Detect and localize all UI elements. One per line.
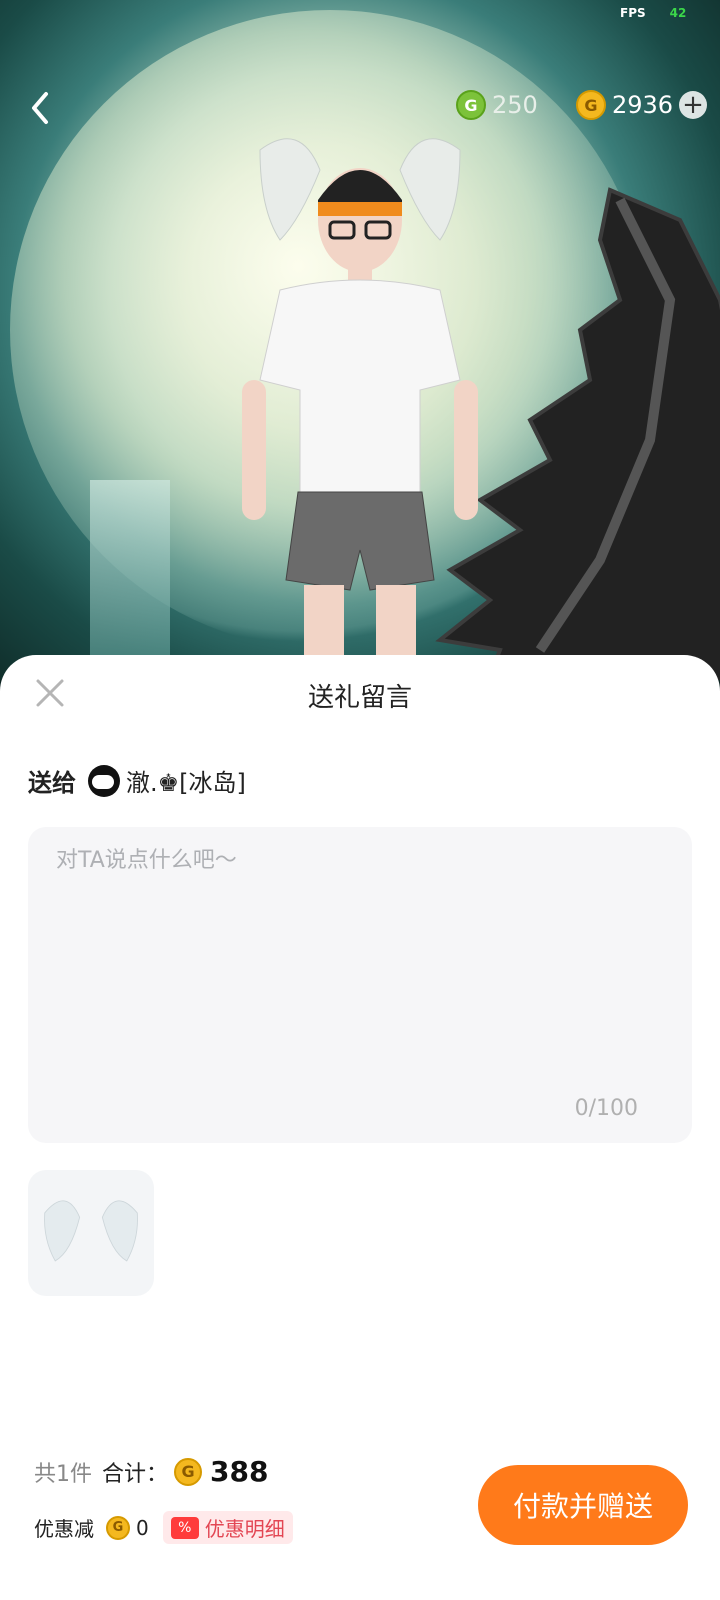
green-coin-value: 250 (492, 91, 538, 119)
discount-detail-label: 优惠明细 (204, 1517, 285, 1541)
char-counter: 0/100 (574, 1096, 638, 1121)
gift-thumbnail[interactable] (28, 1170, 154, 1296)
chevron-left-icon (32, 92, 48, 124)
fps-label: FPS (620, 6, 646, 20)
gold-g-coin-icon: G (174, 1457, 203, 1486)
avatar-character (242, 138, 478, 680)
total-amount: 388 (210, 1455, 269, 1488)
recipient-avatar (88, 764, 120, 797)
avatar-scene-background: FPS 42 G 250 G 2936 + (0, 0, 720, 680)
gold-g-coin-icon: G (106, 1515, 130, 1540)
recipient-label: 送给 (28, 769, 76, 797)
item-count: 共1件 (34, 1461, 92, 1487)
gift-message-sheet: 送礼留言 送给 澈.♚[冰岛] 0/100 共1件 合计： G 388 优惠减 … (0, 655, 720, 1600)
gold-g-coin-icon: G (576, 90, 606, 120)
green-g-coin-icon: G (456, 90, 486, 120)
discount-row: 优惠减 G 0 % 优惠明细 (34, 1511, 293, 1544)
discount-label: 优惠减 (34, 1517, 94, 1541)
total-label: 合计： (102, 1461, 169, 1487)
recipient-name: 澈.♚[冰岛] (126, 769, 246, 797)
recipient-row: 送给 澈.♚[冰岛] (28, 763, 246, 798)
fps-indicator: FPS 42 (620, 6, 686, 20)
butterfly-wings-gift-image (44, 1200, 138, 1262)
ruin-pillar (90, 480, 170, 680)
back-button[interactable] (24, 88, 56, 128)
sheet-title: 送礼留言 (307, 683, 412, 713)
percent-tag-icon: % (170, 1516, 199, 1539)
discount-detail-link[interactable]: % 优惠明细 (162, 1511, 293, 1544)
discount-value: 0 (136, 1515, 149, 1540)
message-input[interactable] (54, 847, 658, 874)
message-box[interactable]: 0/100 (28, 827, 692, 1143)
gold-coin-value: 2936 (612, 91, 674, 119)
order-summary: 共1件 合计： G 388 (34, 1455, 268, 1488)
green-coin-balance: G 250 (456, 90, 538, 120)
plus-circle-icon[interactable]: + (679, 91, 708, 119)
gold-coin-balance: G 2936 + (576, 90, 708, 120)
fps-value: 42 (669, 6, 687, 20)
pay-and-gift-button[interactable]: 付款并赠送 (478, 1465, 688, 1545)
